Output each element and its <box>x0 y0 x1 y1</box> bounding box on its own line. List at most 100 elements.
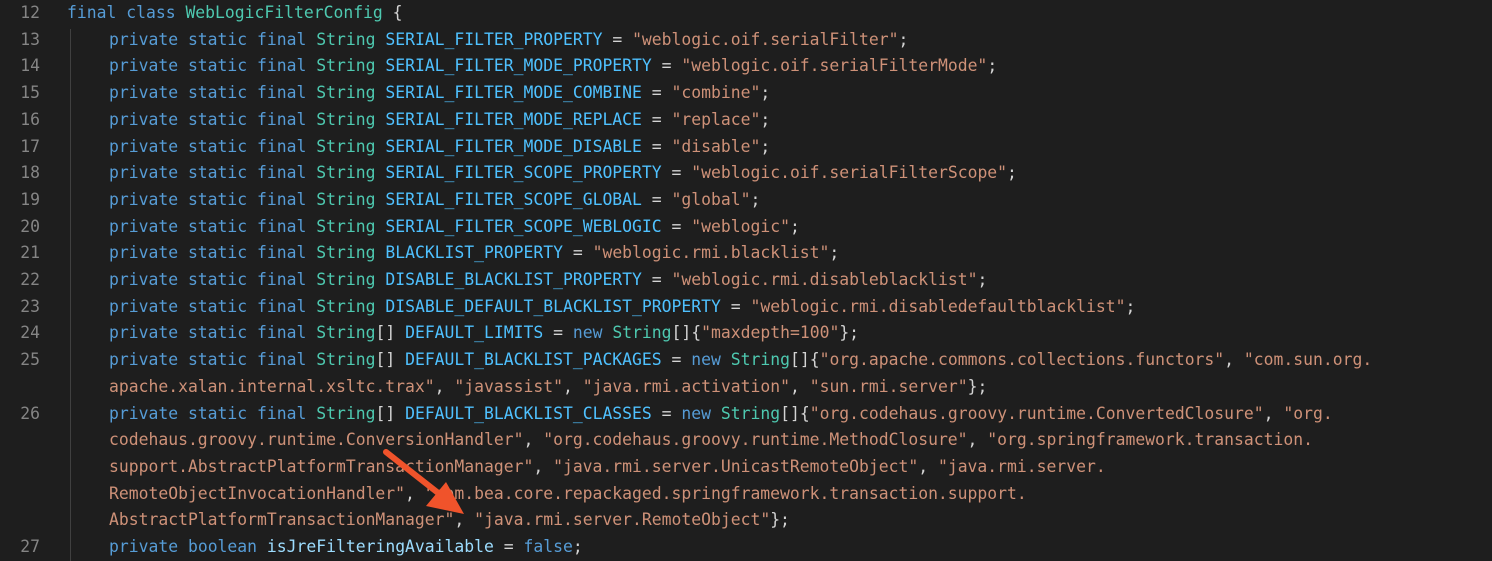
code-line[interactable]: 18 private static final String SERIAL_FIL… <box>0 160 1492 187</box>
code-token: "java.rmi.activation" <box>582 376 790 396</box>
code-token: , <box>967 430 988 450</box>
code-line[interactable]: 16 private static final String SERIAL_FIL… <box>0 107 1492 134</box>
code-line[interactable]: 27 private boolean isJreFilteringAvailabl… <box>0 534 1492 561</box>
code-text: private static final String DISABLE_BLAC… <box>109 267 987 294</box>
code-text: private static final String SERIAL_FILTE… <box>109 134 770 161</box>
line-number: 13 <box>20 29 40 49</box>
code-token: [] <box>375 403 406 423</box>
code-token: = <box>661 216 692 236</box>
code-token: String <box>316 270 376 289</box>
code-token: "weblogic" <box>691 216 790 236</box>
code-token: String <box>316 83 376 103</box>
code-token: private static final <box>109 163 307 183</box>
code-token: = <box>641 109 672 129</box>
code-token: private static final <box>109 189 307 209</box>
code-text: private static final String SERIAL_FILTE… <box>109 27 908 54</box>
code-line[interactable]: 22 private static final String DISABLE_BL… <box>0 267 1492 294</box>
code-token: }; <box>967 376 988 396</box>
code-line[interactable]: 19 private static final String SERIAL_FIL… <box>0 187 1492 214</box>
line-number: 17 <box>20 136 40 156</box>
code-line[interactable]: 24 private static final String[] DEFAULT_… <box>0 320 1492 347</box>
code-line[interactable]: 21 private static final String BLACKLIST_… <box>0 240 1492 267</box>
code-token: String <box>316 350 376 370</box>
code-text: private static final String[] DEFAULT_BL… <box>109 347 1372 374</box>
code-token: "global" <box>671 189 751 209</box>
code-line[interactable]: RemoteObjectInvocationHandler", "com.bea… <box>0 481 1492 508</box>
code-token: "java.rmi.server.RemoteObject" <box>474 510 771 530</box>
code-token: }; <box>770 510 790 530</box>
code-token: private <box>109 537 179 556</box>
line-number: 12 <box>20 3 40 22</box>
code-token: , <box>523 430 544 450</box>
code-line[interactable]: 25 private static final String[] DEFAULT_… <box>0 347 1492 374</box>
code-line[interactable]: 26 private static final String[] DEFAULT_… <box>0 401 1492 428</box>
code-token: WebLogicFilterConfig <box>185 3 383 22</box>
code-token: = <box>651 403 682 423</box>
code-token: , <box>1263 403 1284 423</box>
code-line[interactable]: 17 private static final String SERIAL_FIL… <box>0 134 1492 161</box>
code-token: [] <box>375 323 406 343</box>
code-text: private static final String BLACKLIST_PR… <box>109 240 839 267</box>
code-token: ; <box>977 270 988 289</box>
code-token: = <box>641 136 672 156</box>
code-token: String <box>316 296 376 316</box>
code-token: private static final <box>109 29 307 49</box>
code-line[interactable]: apache.xalan.internal.xsltc.trax", "java… <box>0 374 1492 401</box>
code-line[interactable]: codehaus.groovy.runtime.ConversionHandle… <box>0 427 1492 454</box>
line-number: 18 <box>20 163 40 183</box>
code-text: private static final String SERIAL_FILTE… <box>109 107 770 134</box>
code-token: String <box>316 216 376 236</box>
code-line[interactable]: AbstractPlatformTransactionManager", "ja… <box>0 507 1492 534</box>
code-token: DEFAULT_BLACKLIST_PACKAGES <box>405 350 662 370</box>
code-line[interactable]: 13 private static final String SERIAL_FIL… <box>0 27 1492 54</box>
code-token: private static final <box>109 136 307 156</box>
code-token: { <box>382 3 403 22</box>
code-token: SERIAL_FILTER_SCOPE_WEBLOGIC <box>385 216 662 236</box>
code-token: []{ <box>671 323 702 343</box>
code-token: = <box>661 350 692 370</box>
code-token: String <box>316 243 376 263</box>
line-number: 15 <box>20 83 40 103</box>
code-token: ; <box>829 243 840 263</box>
code-line[interactable]: 12 final class WebLogicFilterConfig { <box>0 0 1492 27</box>
code-line[interactable]: support.AbstractPlatformTransactionManag… <box>0 454 1492 481</box>
code-token: ; <box>1007 163 1017 183</box>
code-token: isJreFilteringAvailable <box>266 537 494 556</box>
code-token: private static final <box>109 243 307 263</box>
code-token: "disable" <box>671 136 761 156</box>
code-token: SERIAL_FILTER_PROPERTY <box>385 29 603 49</box>
code-line[interactable]: 20 private static final String SERIAL_FIL… <box>0 214 1492 241</box>
code-token: private static final <box>109 83 307 103</box>
code-token: String <box>316 109 376 129</box>
code-token: String <box>316 163 376 183</box>
code-token: DISABLE_DEFAULT_BLACKLIST_PROPERTY <box>385 296 721 316</box>
code-token: "weblogic.rmi.blacklist" <box>592 243 830 263</box>
code-text: private static final String DISABLE_DEFA… <box>109 294 1135 321</box>
code-text: apache.xalan.internal.xsltc.trax", "java… <box>109 374 987 401</box>
code-token: , <box>918 456 938 476</box>
line-number: 26 <box>20 403 40 423</box>
line-number: 23 <box>20 296 40 316</box>
code-token: []{ <box>780 403 810 423</box>
code-line[interactable]: 23 private static final String DISABLE_DE… <box>0 294 1492 321</box>
code-token: ; <box>750 189 761 209</box>
code-line[interactable]: 14 private static final String SERIAL_FIL… <box>0 53 1492 80</box>
code-editor[interactable]: 12 final class WebLogicFilterConfig {13 pr… <box>0 0 1492 561</box>
code-token: "org. <box>1283 403 1333 423</box>
code-line[interactable]: 15 private static final String SERIAL_FIL… <box>0 80 1492 107</box>
code-token: "org.codehaus.groovy.runtime.ConvertedCl… <box>809 403 1264 423</box>
